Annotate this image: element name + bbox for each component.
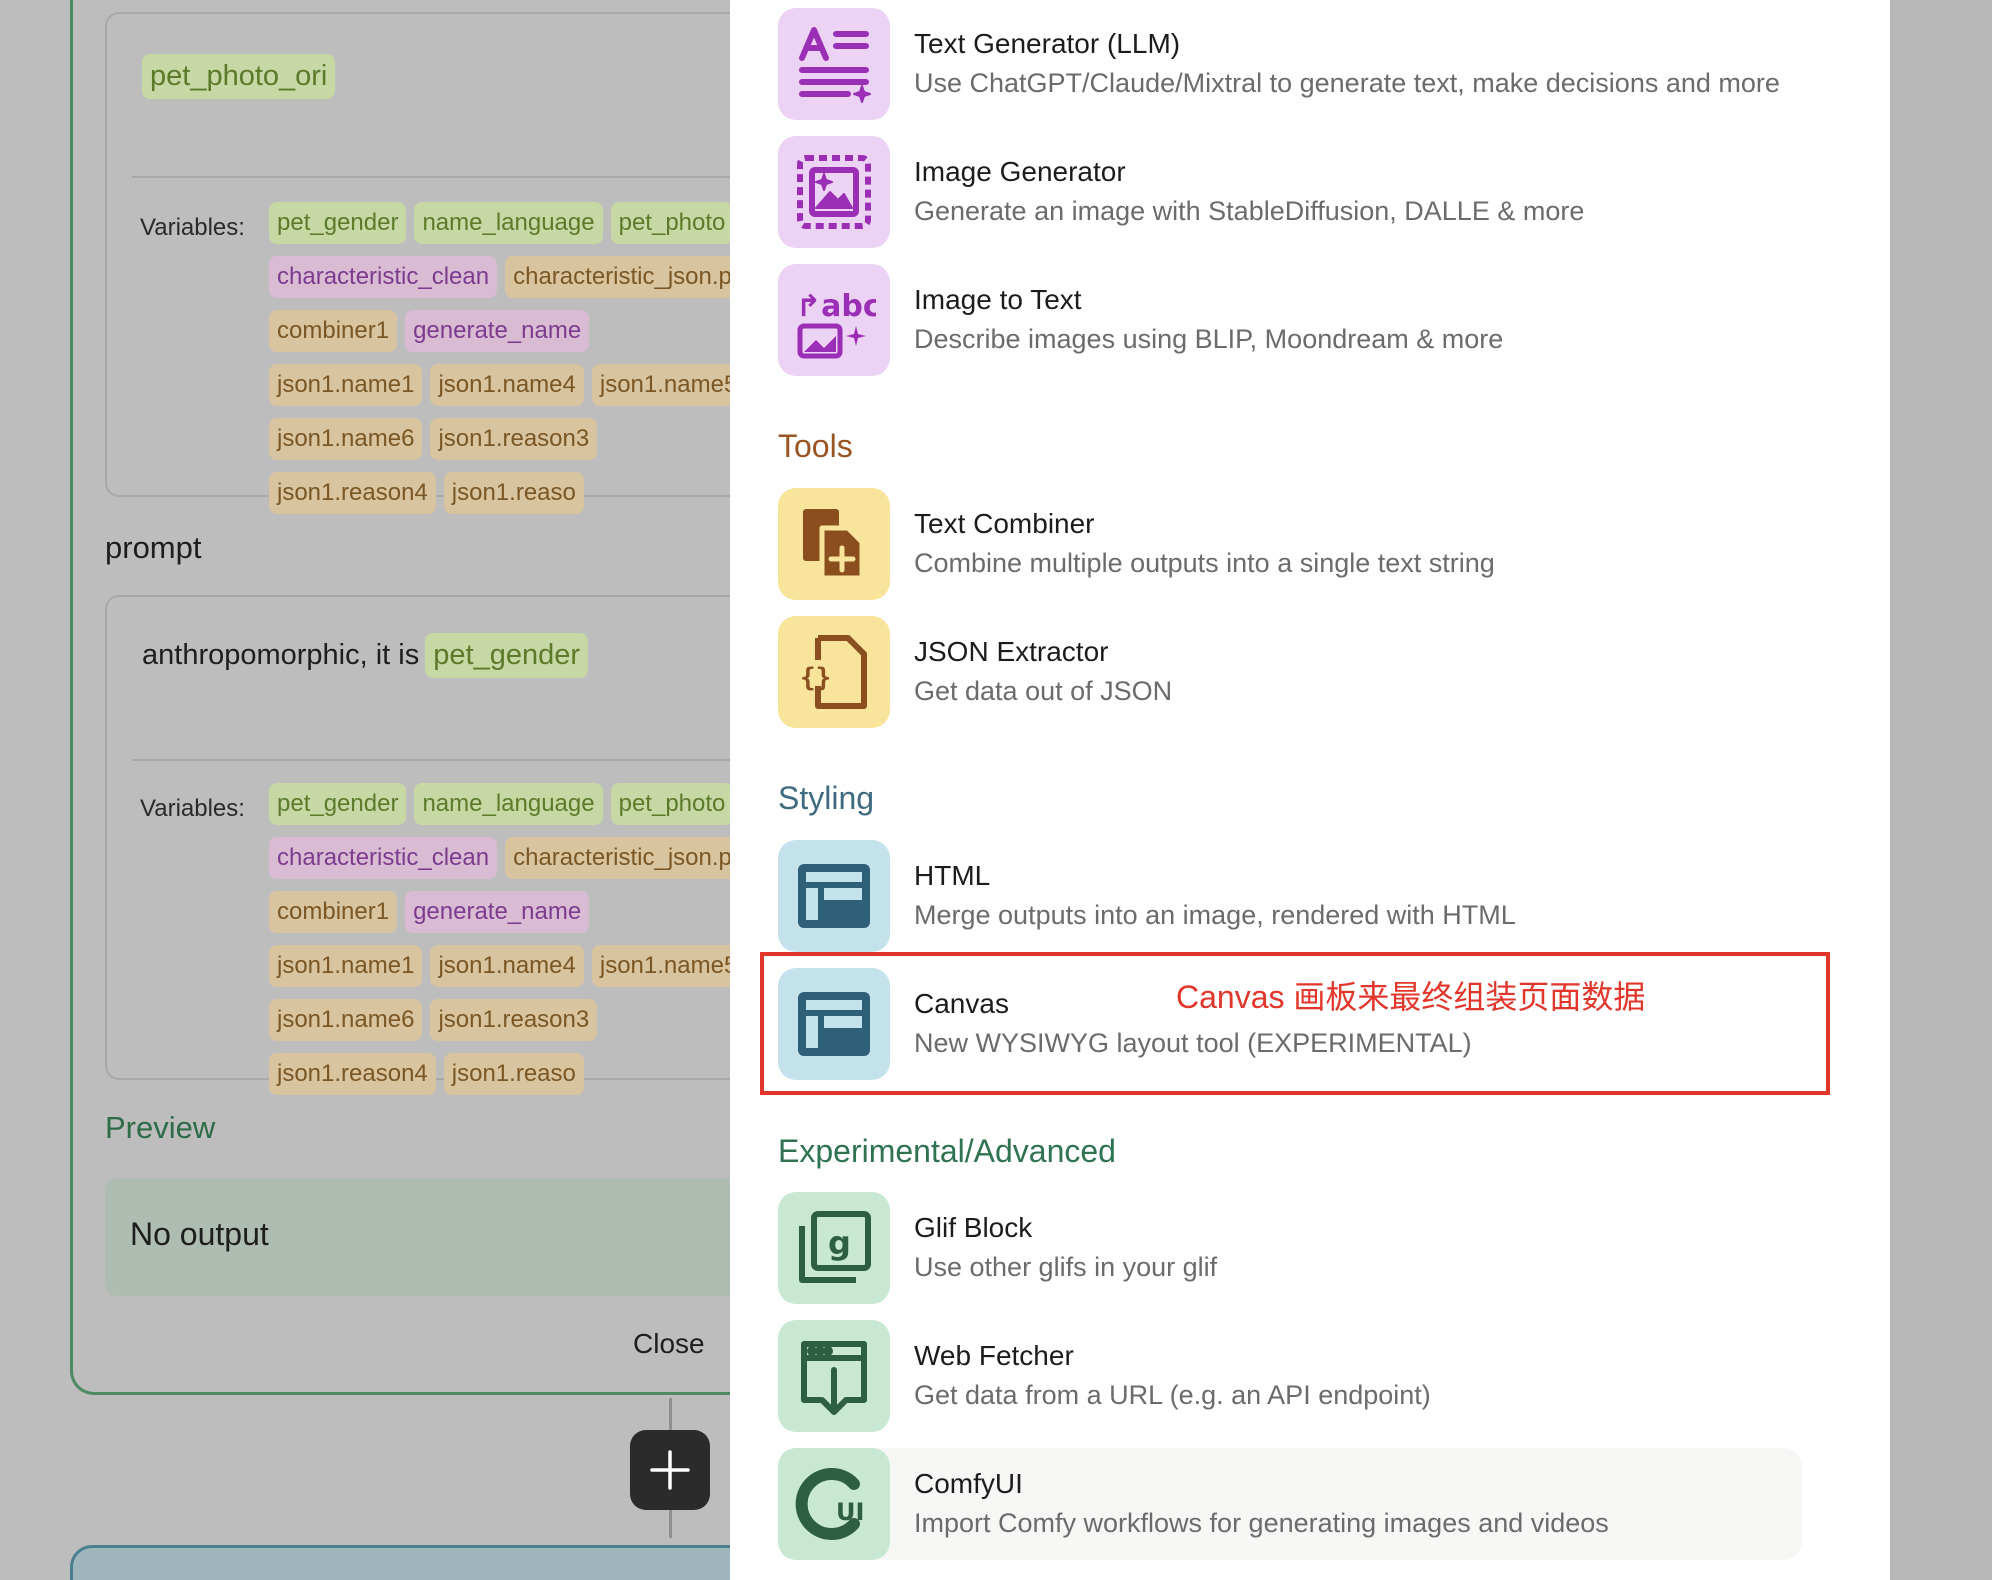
variable-chip[interactable]: name_language: [414, 783, 603, 825]
overlay-backdrop: [1890, 0, 1992, 1580]
menu-item-desc: Import Comfy workflows for generating im…: [914, 1508, 1609, 1538]
preview-output-text: No output: [130, 1216, 269, 1252]
variables-label: Variables:: [140, 795, 245, 822]
variable-chip[interactable]: pet_gender: [269, 783, 407, 825]
add-block-button[interactable]: [630, 1430, 710, 1510]
variable-chip[interactable]: characteristic_clean: [269, 256, 498, 298]
prompt-text: anthropomorphic, it is: [142, 639, 420, 671]
menu-item-title: Web Fetcher: [914, 1340, 1074, 1371]
variable-chip[interactable]: generate_name: [405, 310, 590, 352]
variable-chip[interactable]: characteristic_json.p: [505, 256, 730, 298]
svg-text:g: g: [828, 1224, 851, 1262]
variable-chip[interactable]: json1.reaso: [443, 1053, 584, 1095]
workflow-panel: pet_photo_ori Variables: pet_gender name_…: [0, 0, 730, 1580]
divider: [132, 759, 730, 761]
menu-item-title: Text Generator (LLM): [914, 28, 1181, 59]
variables-list: pet_gender name_language pet_photo characte…: [269, 202, 730, 514]
variable-chip[interactable]: characteristic_json.p: [505, 837, 730, 879]
web-fetcher-icon: [778, 1320, 890, 1432]
variable-chip[interactable]: json1.reason4: [269, 472, 436, 514]
svg-text:↱abc: ↱abc: [796, 289, 876, 324]
input-content: pet_photo_ori: [142, 54, 336, 99]
add-block-menu: Text Generator (LLM) Use ChatGPT/Claude/…: [730, 0, 1890, 1580]
glif-block-icon: g: [778, 1192, 890, 1304]
variable-chip[interactable]: pet_photo: [610, 202, 730, 244]
close-button[interactable]: Close: [633, 1328, 705, 1360]
menu-item-glif-block[interactable]: g Glif Block Use other glifs in your gli…: [778, 1192, 1802, 1304]
category-tools: Tools: [778, 428, 853, 464]
variable-chip[interactable]: pet_photo: [610, 783, 730, 825]
svg-text:UI: UI: [836, 1498, 864, 1526]
menu-item-desc: Generate an image with StableDiffusion, …: [914, 196, 1585, 226]
input-text-box[interactable]: pet_photo_ori Variables: pet_gender name_…: [105, 12, 730, 514]
menu-item-json-extractor[interactable]: {} JSON Extractor Get data out of JSON: [778, 616, 1802, 728]
next-block-card[interactable]: [70, 1545, 730, 1580]
divider: [132, 176, 730, 178]
variable-chip[interactable]: generate_name: [405, 891, 590, 933]
menu-item-desc: Use other glifs in your glif: [914, 1252, 1218, 1282]
variables-label: Variables:: [140, 214, 245, 241]
variable-chip[interactable]: pet_gender: [425, 633, 588, 678]
variable-chip[interactable]: json1.name1: [269, 945, 423, 987]
prompt-content: anthropomorphic, it is pet_gender: [142, 633, 588, 678]
menu-item-title: Glif Block: [914, 1212, 1033, 1243]
plus-icon: [650, 1450, 690, 1490]
variable-chip[interactable]: json1.reaso: [443, 472, 584, 514]
variable-chip[interactable]: pet_photo_ori: [142, 54, 336, 99]
prompt-text-box[interactable]: anthropomorphic, it is pet_gender Variab…: [105, 595, 730, 1095]
category-experimental: Experimental/Advanced: [778, 1133, 1116, 1169]
variable-chip[interactable]: json1.reason4: [269, 1053, 436, 1095]
text-combiner-icon: [778, 488, 890, 600]
variable-chip[interactable]: json1.name6: [269, 999, 423, 1041]
menu-item-image-generator[interactable]: Image Generator Generate an image with S…: [778, 136, 1802, 248]
menu-item-title: Image to Text: [914, 284, 1082, 315]
menu-item-title: Image Generator: [914, 156, 1126, 187]
variable-chip[interactable]: pet_gender: [269, 202, 407, 244]
menu-item-text-combiner[interactable]: Text Combiner Combine multiple outputs i…: [778, 488, 1802, 600]
variable-chip[interactable]: name_language: [414, 202, 603, 244]
menu-item-web-fetcher[interactable]: Web Fetcher Get data from a URL (e.g. an…: [778, 1320, 1802, 1432]
image-generator-icon: [778, 136, 890, 248]
variable-chip[interactable]: combiner1: [269, 891, 398, 933]
json-extractor-icon: {}: [778, 616, 890, 728]
menu-item-desc: Describe images using BLIP, Moondream & …: [914, 324, 1504, 354]
menu-item-desc: Get data out of JSON: [914, 676, 1173, 706]
variable-chip[interactable]: json1.name4: [430, 364, 584, 406]
menu-item-title: JSON Extractor: [914, 636, 1109, 667]
menu-item-image-to-text[interactable]: ↱abc Image to Text Describe images using…: [778, 264, 1802, 376]
variables-list: pet_gender name_language pet_photo characte…: [269, 783, 730, 1095]
menu-item-html[interactable]: HTML Merge outputs into an image, render…: [778, 840, 1802, 952]
variable-chip[interactable]: characteristic_clean: [269, 837, 498, 879]
text-generator-icon: [778, 8, 890, 120]
prompt-label: prompt: [105, 530, 202, 565]
menu-item-desc: Merge outputs into an image, rendered wi…: [914, 900, 1516, 930]
menu-item-comfyui[interactable]: UI ComfyUI Import Comfy workflows for ge…: [778, 1448, 1802, 1560]
variable-chip[interactable]: json1.name5: [591, 945, 730, 987]
comfyui-icon: UI: [778, 1448, 890, 1560]
preview-label: Preview: [105, 1110, 216, 1145]
annotation-text: Canvas 画板来最终组装页面数据: [1176, 979, 1646, 1015]
layout-icon: [778, 840, 890, 952]
menu-item-title: Text Combiner: [914, 508, 1095, 539]
variable-chip[interactable]: json1.reason3: [430, 418, 598, 460]
variable-chip[interactable]: json1.name4: [430, 945, 584, 987]
svg-text:{}: {}: [800, 663, 831, 693]
variable-chip[interactable]: json1.reason3: [430, 999, 598, 1041]
preview-output: No output: [105, 1178, 730, 1296]
variable-chip[interactable]: json1.name6: [269, 418, 423, 460]
variable-chip[interactable]: json1.name5: [591, 364, 730, 406]
variable-chip[interactable]: combiner1: [269, 310, 398, 352]
menu-item-title: HTML: [914, 860, 991, 891]
menu-item-title: ComfyUI: [914, 1468, 1023, 1499]
menu-item-desc: Get data from a URL (e.g. an API endpoin…: [914, 1380, 1431, 1410]
menu-item-text-generator[interactable]: Text Generator (LLM) Use ChatGPT/Claude/…: [778, 8, 1802, 120]
variable-chip[interactable]: json1.name1: [269, 364, 423, 406]
menu-item-desc: Use ChatGPT/Claude/Mixtral to generate t…: [914, 68, 1780, 98]
category-styling: Styling: [778, 780, 875, 816]
image-to-text-icon: ↱abc: [778, 264, 890, 376]
menu-item-desc: Combine multiple outputs into a single t…: [914, 548, 1495, 578]
